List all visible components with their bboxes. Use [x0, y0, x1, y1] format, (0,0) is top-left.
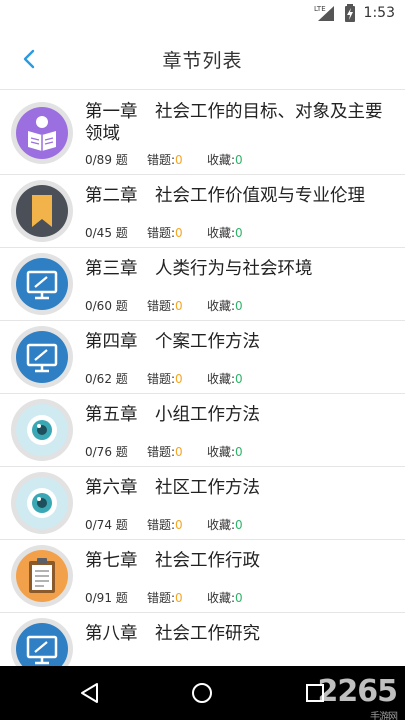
wrong-count: 错题:0	[147, 445, 183, 459]
chapter-icon-frame	[11, 102, 73, 164]
reader-icon	[16, 107, 68, 159]
chapter-title: 第八章 社会工作研究	[85, 624, 260, 644]
chapter-title: 第六章 社区工作方法	[85, 478, 260, 498]
chapter-icon-frame	[11, 180, 73, 242]
chapter-icon-frame	[11, 326, 73, 388]
question-count: 0/60 题	[85, 299, 128, 313]
chapter-row[interactable]: 第六章 社区工作方法 0/74 题 错题:0 收藏:0	[0, 467, 405, 540]
fav-count: 收藏:0	[207, 591, 243, 605]
chapter-title: 第三章 人类行为与社会环境	[85, 259, 313, 279]
nav-home-button[interactable]	[188, 679, 216, 707]
chapter-title: 第七章 社会工作行政	[85, 551, 260, 571]
chapter-icon-frame	[11, 253, 73, 315]
triangle-back-icon	[81, 683, 98, 703]
question-count: 0/45 题	[85, 226, 128, 240]
chapter-row[interactable]: 第七章 社会工作行政 0/91 题 错题:0 收藏:0	[0, 540, 405, 613]
chapter-icon-frame	[11, 472, 73, 534]
status-time: 1:53	[363, 5, 395, 21]
page-title: 章节列表	[162, 50, 243, 72]
chapter-stats: 0/76 题 错题:0 收藏:0	[85, 443, 243, 460]
fav-count: 收藏:0	[207, 372, 243, 386]
battery-icon	[344, 4, 355, 22]
lte-signal-icon: LTE	[314, 5, 334, 21]
chapter-icon-frame	[11, 545, 73, 607]
fav-count: 收藏:0	[207, 299, 243, 313]
fav-count: 收藏:0	[207, 445, 243, 459]
chapter-title: 第五章 小组工作方法	[85, 405, 260, 425]
bookmark-icon	[16, 185, 68, 237]
monitor-icon	[16, 623, 68, 666]
chapter-icon-frame	[11, 618, 73, 666]
chapter-row[interactable]: 第八章 社会工作研究	[0, 613, 405, 666]
question-count: 0/89 题	[85, 153, 128, 167]
fav-count: 收藏:0	[207, 518, 243, 532]
circle-home-icon	[192, 683, 212, 703]
chapter-row[interactable]: 第五章 小组工作方法 0/76 题 错题:0 收藏:0	[0, 394, 405, 467]
monitor-icon	[16, 258, 68, 310]
chapter-row[interactable]: 第四章 个案工作方法 0/62 题 错题:0 收藏:0	[0, 321, 405, 394]
fav-count: 收藏:0	[207, 226, 243, 240]
wrong-count: 错题:0	[147, 153, 183, 167]
chapter-title: 第四章 个案工作方法	[85, 332, 260, 352]
wrong-count: 错题:0	[147, 299, 183, 313]
question-count: 0/76 题	[85, 445, 128, 459]
nav-back-button[interactable]	[76, 679, 104, 707]
question-count: 0/74 题	[85, 518, 128, 532]
monitor-icon	[16, 331, 68, 383]
status-bar: LTE 1:53	[0, 0, 405, 28]
chapter-stats: 0/45 题 错题:0 收藏:0	[85, 224, 243, 241]
eye-icon	[16, 477, 68, 529]
chapter-stats: 0/62 题 错题:0 收藏:0	[85, 370, 243, 387]
chapter-title: 第二章 社会工作价值观与专业伦理	[85, 186, 365, 206]
chapter-stats: 0/89 题 错题:0 收藏:0	[85, 151, 243, 168]
header: 章节列表	[0, 28, 405, 90]
clipboard-icon	[16, 550, 68, 602]
question-count: 0/62 题	[85, 372, 128, 386]
navigation-bar: 2265 手游网	[0, 666, 405, 723]
chapter-row[interactable]: 第三章 人类行为与社会环境 0/60 题 错题:0 收藏:0	[0, 248, 405, 321]
svg-text:LTE: LTE	[314, 5, 326, 13]
chapter-stats: 0/74 题 错题:0 收藏:0	[85, 516, 243, 533]
chapter-icon-frame	[11, 399, 73, 461]
question-count: 0/91 题	[85, 591, 128, 605]
wrong-count: 错题:0	[147, 518, 183, 532]
chapter-row[interactable]: 第二章 社会工作价值观与专业伦理 0/45 题 错题:0 收藏:0	[0, 175, 405, 248]
chapter-stats: 0/60 题 错题:0 收藏:0	[85, 297, 243, 314]
eye-icon	[16, 404, 68, 456]
wrong-count: 错题:0	[147, 591, 183, 605]
chapter-title: 第一章 社会工作的目标、对象及主要领域	[85, 102, 383, 144]
chapter-row[interactable]: 第一章 社会工作的目标、对象及主要领域 0/89 题 错题:0 收藏:0	[0, 91, 405, 175]
chapter-stats: 0/91 题 错题:0 收藏:0	[85, 589, 243, 606]
watermark-logo: 2265 手游网	[317, 674, 399, 723]
fav-count: 收藏:0	[207, 153, 243, 167]
status-icons: LTE 1:53	[314, 4, 395, 22]
chapter-list[interactable]: 第一章 社会工作的目标、对象及主要领域 0/89 题 错题:0 收藏:0 第二章…	[0, 91, 405, 666]
wrong-count: 错题:0	[147, 372, 183, 386]
wrong-count: 错题:0	[147, 226, 183, 240]
